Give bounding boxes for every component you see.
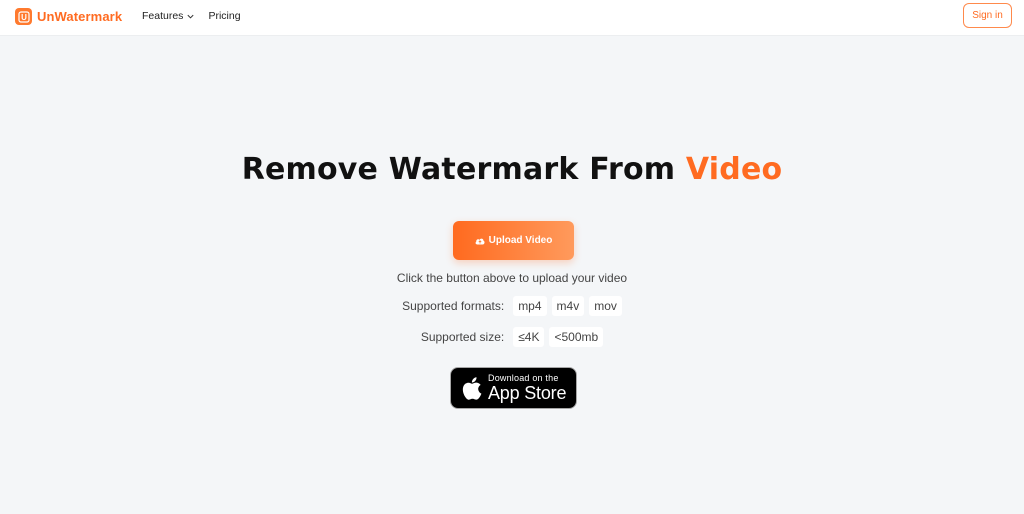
apple-icon (461, 376, 482, 401)
title-accent: Video (685, 152, 783, 187)
logo-text: UnWatermark (37, 9, 123, 24)
main-nav: Features Pricing (142, 10, 241, 22)
app-store-text: Download on the App Store (488, 373, 566, 403)
supported-size: Supported size: ≤4K <500mb (0, 327, 1024, 347)
sign-in-button[interactable]: Sign in (963, 3, 1012, 28)
nav-features[interactable]: Features (142, 10, 195, 22)
page-title: Remove Watermark From Video (0, 152, 1024, 187)
upload-video-button[interactable]: Upload Video (453, 221, 574, 260)
size-label: Supported size: (420, 330, 505, 344)
upload-hint: Click the button above to upload your vi… (396, 271, 628, 285)
supported-formats: Supported formats: mp4 m4v mov (0, 296, 1024, 316)
size-chip: <500mb (549, 327, 604, 347)
app-store-big-text: App Store (488, 383, 567, 403)
logo-icon: U (15, 8, 32, 25)
app-store-small-text: Download on the (488, 373, 559, 383)
top-navbar: U UnWatermark Features Pricing Sign in (0, 0, 1024, 36)
cloud-upload-icon (475, 237, 485, 245)
upload-video-label: Upload Video (488, 235, 553, 246)
title-main: Remove Watermark From (241, 152, 686, 187)
size-chip: ≤4K (513, 327, 545, 347)
logo[interactable]: U UnWatermark (15, 8, 122, 25)
app-store-badge[interactable]: Download on the App Store (450, 367, 577, 409)
format-chip: mp4 (513, 296, 547, 316)
nav-features-label: Features (142, 10, 184, 22)
format-chip: mov (589, 296, 622, 316)
chevron-down-icon (186, 12, 195, 21)
formats-label: Supported formats: (402, 299, 505, 313)
nav-pricing[interactable]: Pricing (208, 10, 240, 22)
format-chip: m4v (551, 296, 585, 316)
nav-pricing-label: Pricing (208, 10, 241, 22)
svg-text:U: U (21, 13, 27, 22)
